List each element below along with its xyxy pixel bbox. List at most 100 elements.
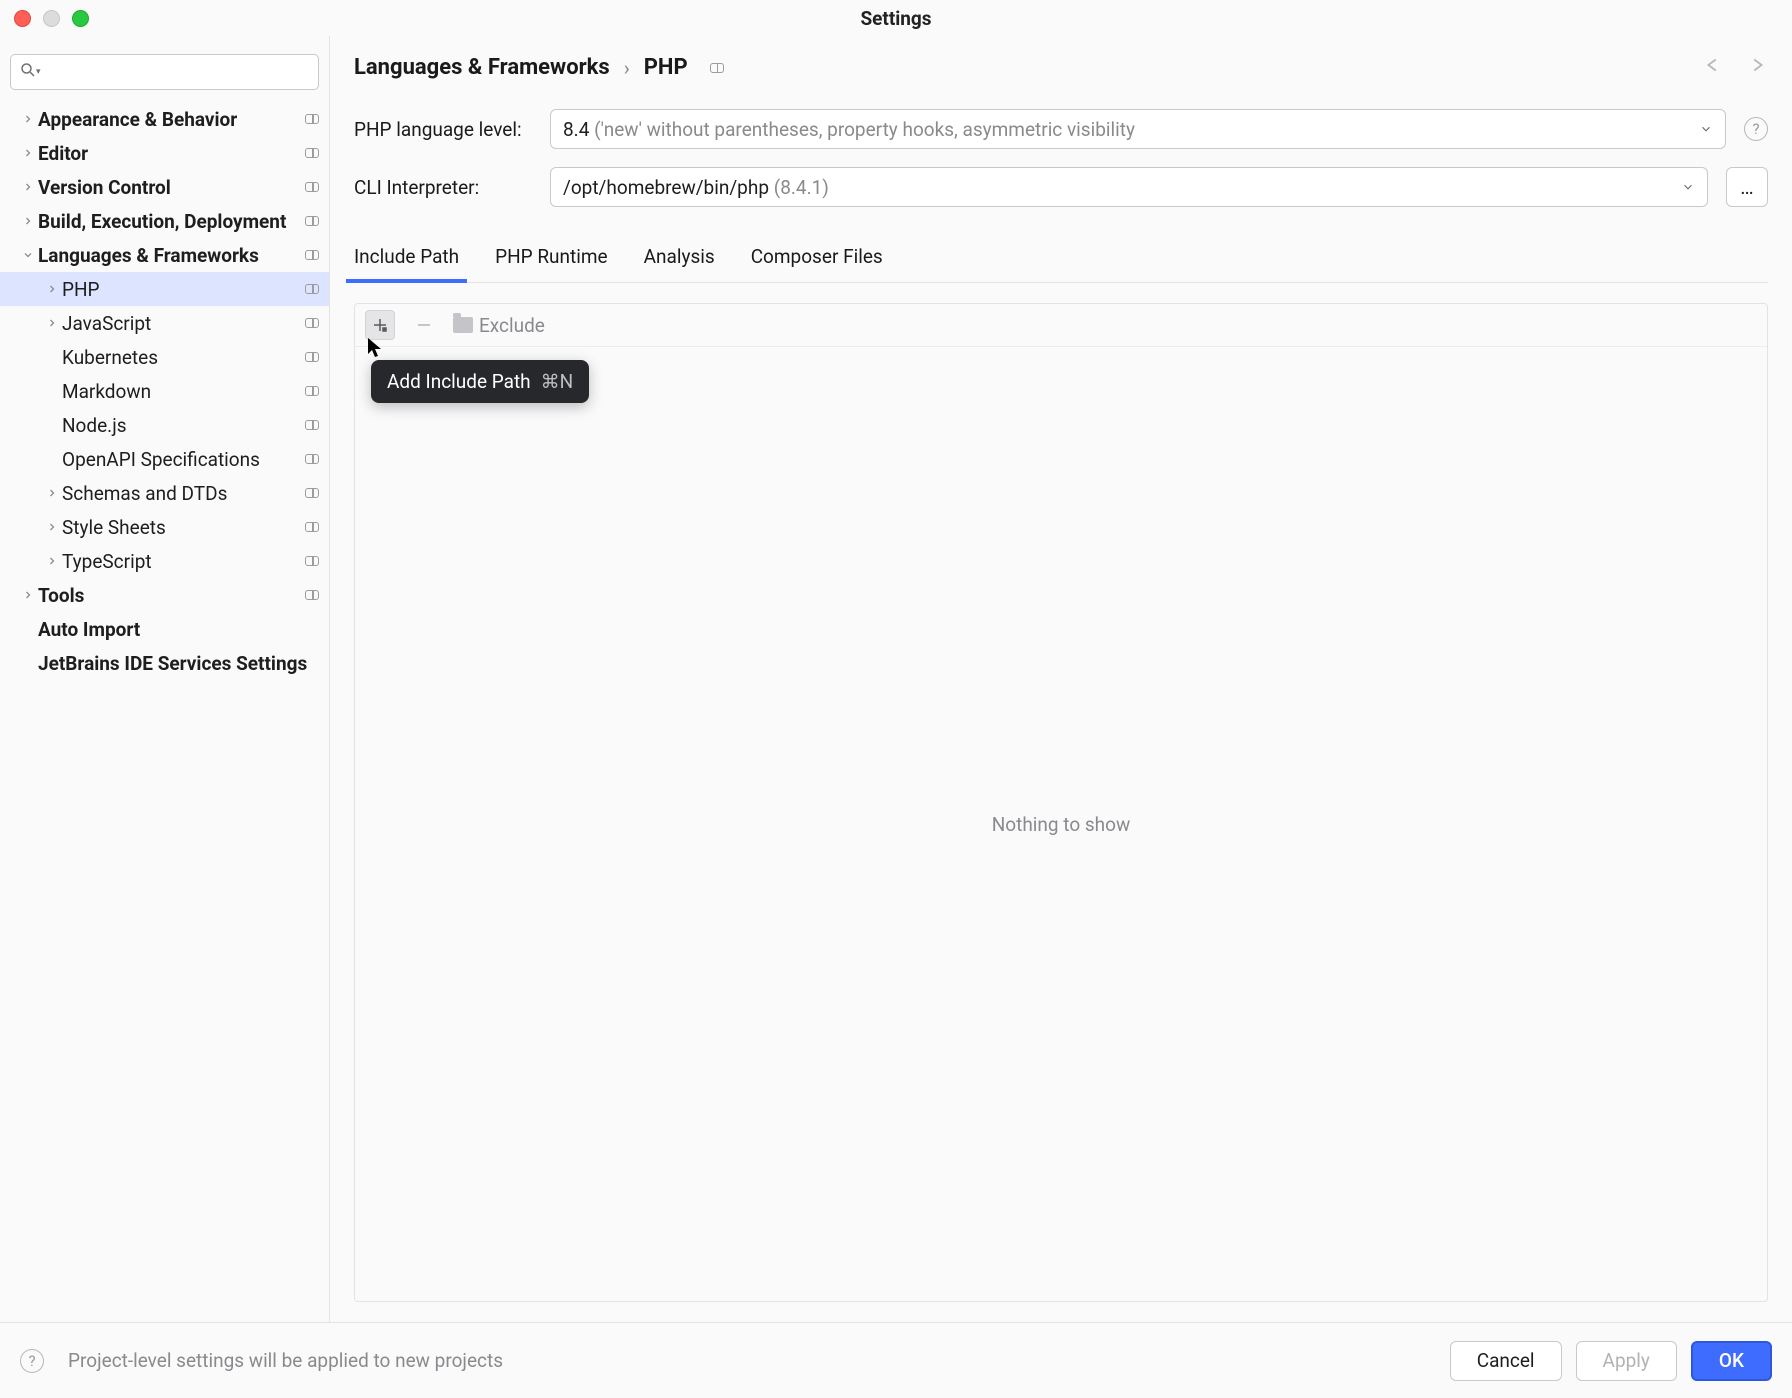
chevron-down-icon — [1699, 118, 1713, 141]
tree-item[interactable]: Auto Import — [0, 612, 329, 646]
tree-item[interactable]: OpenAPI Specifications — [0, 442, 329, 476]
cli-interpreter-select[interactable]: /opt/homebrew/bin/php (8.4.1) — [550, 167, 1708, 207]
scope-badge-icon — [305, 352, 319, 362]
breadcrumb-segment[interactable]: PHP — [644, 55, 688, 80]
content-panel: Languages & Frameworks › PHP PHP languag… — [330, 36, 1792, 1322]
scope-badge-icon — [305, 318, 319, 328]
tree-item-label: Languages & Frameworks — [38, 244, 305, 267]
chevron-right-icon — [18, 589, 38, 601]
browse-interpreters-button[interactable]: … — [1726, 167, 1768, 207]
chevron-right-icon — [18, 113, 38, 125]
tree-item-label: PHP — [62, 278, 305, 301]
exclude-label: Exclude — [479, 314, 545, 337]
ok-button[interactable]: OK — [1691, 1341, 1772, 1381]
footer-note: Project-level settings will be applied t… — [68, 1349, 1436, 1372]
chevron-right-icon — [42, 487, 62, 499]
add-include-path-tooltip: Add Include Path ⌘N — [371, 360, 589, 403]
chevron-right-icon — [18, 147, 38, 159]
tree-item-label: Build, Execution, Deployment — [38, 210, 305, 233]
minimize-window-button[interactable] — [43, 10, 60, 27]
settings-search-input[interactable]: ▾ — [10, 54, 319, 90]
tree-item[interactable]: Editor — [0, 136, 329, 170]
tree-item-label: Editor — [38, 142, 305, 165]
tree-item-label: Appearance & Behavior — [38, 108, 305, 131]
cancel-button[interactable]: Cancel — [1450, 1341, 1562, 1381]
tab[interactable]: Analysis — [644, 235, 715, 282]
tree-item-label: Kubernetes — [62, 346, 305, 369]
scope-badge-icon — [305, 216, 319, 226]
tree-item[interactable]: PHP — [0, 272, 329, 306]
back-icon[interactable] — [1702, 54, 1724, 81]
scope-badge-icon — [305, 250, 319, 260]
php-language-level-select[interactable]: 8.4 ('new' without parentheses, property… — [550, 109, 1726, 149]
tree-item-label: JavaScript — [62, 312, 305, 335]
scope-badge-icon — [305, 182, 319, 192]
settings-tree[interactable]: Appearance & Behavior Editor Version Contr… — [0, 102, 329, 1322]
include-path-empty-text: Nothing to show — [355, 347, 1767, 1301]
breadcrumb-segment[interactable]: Languages & Frameworks — [354, 55, 610, 80]
scope-badge-icon — [305, 454, 319, 464]
chevron-right-icon — [42, 521, 62, 533]
zoom-window-button[interactable] — [72, 10, 89, 27]
tree-item-label: Tools — [38, 584, 305, 607]
search-icon — [19, 61, 37, 84]
help-icon[interactable]: ? — [20, 1349, 44, 1373]
include-path-toolbar: Exclude — [355, 304, 1767, 347]
tree-item[interactable]: TypeScript — [0, 544, 329, 578]
main-area: ▾ Appearance & Behavior Editor Version Con… — [0, 36, 1792, 1322]
tree-item-label: JetBrains IDE Services Settings — [38, 652, 319, 675]
tree-item-label: OpenAPI Specifications — [62, 448, 305, 471]
tree-item[interactable]: JavaScript — [0, 306, 329, 340]
scope-badge-icon — [305, 488, 319, 498]
php-language-level-label: PHP language level: — [354, 118, 532, 141]
cli-interpreter-path: /opt/homebrew/bin/php — [563, 176, 769, 199]
tree-item[interactable]: Tools — [0, 578, 329, 612]
tree-item[interactable]: Node.js — [0, 408, 329, 442]
chevron-right-icon — [18, 215, 38, 227]
chevron-right-icon — [42, 317, 62, 329]
breadcrumb-separator: › — [624, 56, 630, 80]
chevron-right-icon — [18, 181, 38, 193]
titlebar: Settings — [0, 0, 1792, 36]
tree-item[interactable]: Schemas and DTDs — [0, 476, 329, 510]
exclude-folder-button[interactable]: Exclude — [453, 314, 545, 337]
tree-item[interactable]: Markdown — [0, 374, 329, 408]
remove-include-path-button[interactable] — [409, 310, 439, 340]
tab[interactable]: Composer Files — [751, 235, 883, 282]
window-title: Settings — [0, 7, 1792, 30]
tree-item-label: Markdown — [62, 380, 305, 403]
search-dropdown-icon: ▾ — [36, 67, 41, 77]
scope-badge-icon — [305, 148, 319, 158]
tree-item-label: Style Sheets — [62, 516, 305, 539]
tree-item-label: Node.js — [62, 414, 305, 437]
tab[interactable]: Include Path — [354, 235, 459, 282]
tree-item[interactable]: Build, Execution, Deployment — [0, 204, 329, 238]
tooltip-shortcut: ⌘N — [541, 370, 574, 393]
tooltip-text: Add Include Path — [387, 370, 531, 393]
apply-button[interactable]: Apply — [1576, 1341, 1677, 1381]
chevron-right-icon — [42, 555, 62, 567]
tree-item[interactable]: Appearance & Behavior — [0, 102, 329, 136]
tree-item[interactable]: Style Sheets — [0, 510, 329, 544]
scope-badge-icon — [305, 556, 319, 566]
tree-item[interactable]: Kubernetes — [0, 340, 329, 374]
tree-item[interactable]: Version Control — [0, 170, 329, 204]
scope-badge-icon — [305, 590, 319, 600]
help-icon[interactable]: ? — [1744, 117, 1768, 141]
tab[interactable]: PHP Runtime — [495, 235, 608, 282]
cli-interpreter-version: (8.4.1) — [774, 176, 829, 199]
scope-badge-icon — [305, 114, 319, 124]
scope-badge-icon — [305, 284, 319, 294]
tree-item[interactable]: JetBrains IDE Services Settings — [0, 646, 329, 680]
php-language-level-value: 8.4 — [563, 118, 589, 141]
add-include-path-button[interactable] — [365, 310, 395, 340]
breadcrumb: Languages & Frameworks › PHP — [354, 54, 1768, 81]
chevron-down-icon — [1681, 176, 1695, 199]
tree-item[interactable]: Languages & Frameworks — [0, 238, 329, 272]
close-window-button[interactable] — [14, 10, 31, 27]
chevron-down-icon — [18, 249, 38, 261]
forward-icon[interactable] — [1746, 54, 1768, 81]
php-language-level-hint: ('new' without parentheses, property hoo… — [594, 118, 1135, 141]
folder-icon — [453, 317, 473, 333]
tree-item-label: Schemas and DTDs — [62, 482, 305, 505]
